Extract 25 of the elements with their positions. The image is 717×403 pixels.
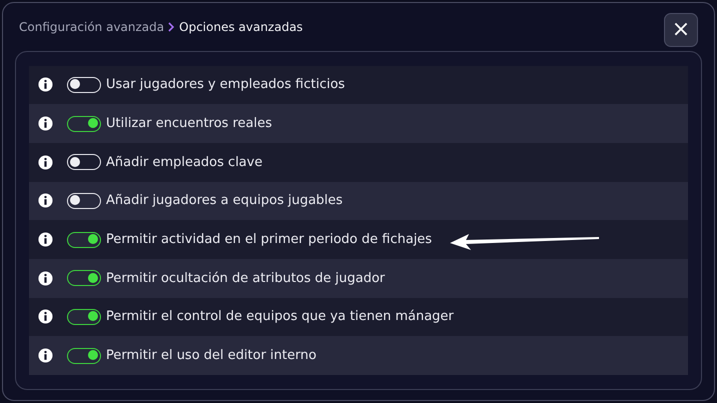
toggle-switch[interactable] [67, 232, 101, 248]
close-button[interactable]: × [664, 12, 698, 47]
info-icon[interactable] [38, 154, 53, 170]
info-icon[interactable] [38, 193, 53, 208]
toggle-switch[interactable] [67, 270, 101, 286]
info-icon[interactable] [38, 348, 53, 364]
option-label: Permitir el control de equipos que ya tienen mánager [106, 309, 454, 324]
toggle-switch[interactable] [67, 348, 101, 364]
option-label: Utilizar encuentros reales [106, 116, 272, 132]
info-icon[interactable] [38, 270, 53, 286]
toggle-switch[interactable] [67, 308, 101, 325]
breadcrumb-item: Opciones avanzadas [179, 20, 303, 34]
option-label: Añadir empleados clave [106, 154, 262, 170]
breadcrumb-item[interactable]: Configuración avanzada [19, 20, 164, 34]
option-label: Permitir ocultación de atributos de jugador [106, 270, 385, 286]
info-icon[interactable] [38, 232, 53, 248]
chevron-icon [168, 22, 176, 32]
toggle-switch[interactable] [67, 116, 101, 132]
info-icon[interactable] [38, 309, 53, 324]
info-icon[interactable] [38, 116, 53, 132]
option-label: Usar jugadores y empleados ficticios [106, 77, 345, 92]
option-label: Añadir jugadores a equipos jugables [106, 193, 343, 208]
option-label: Permitir actividad en el primer periodo de fichajes [106, 232, 432, 248]
info-icon[interactable] [38, 77, 53, 92]
option-label: Permitir el uso del editor interno [106, 348, 316, 364]
